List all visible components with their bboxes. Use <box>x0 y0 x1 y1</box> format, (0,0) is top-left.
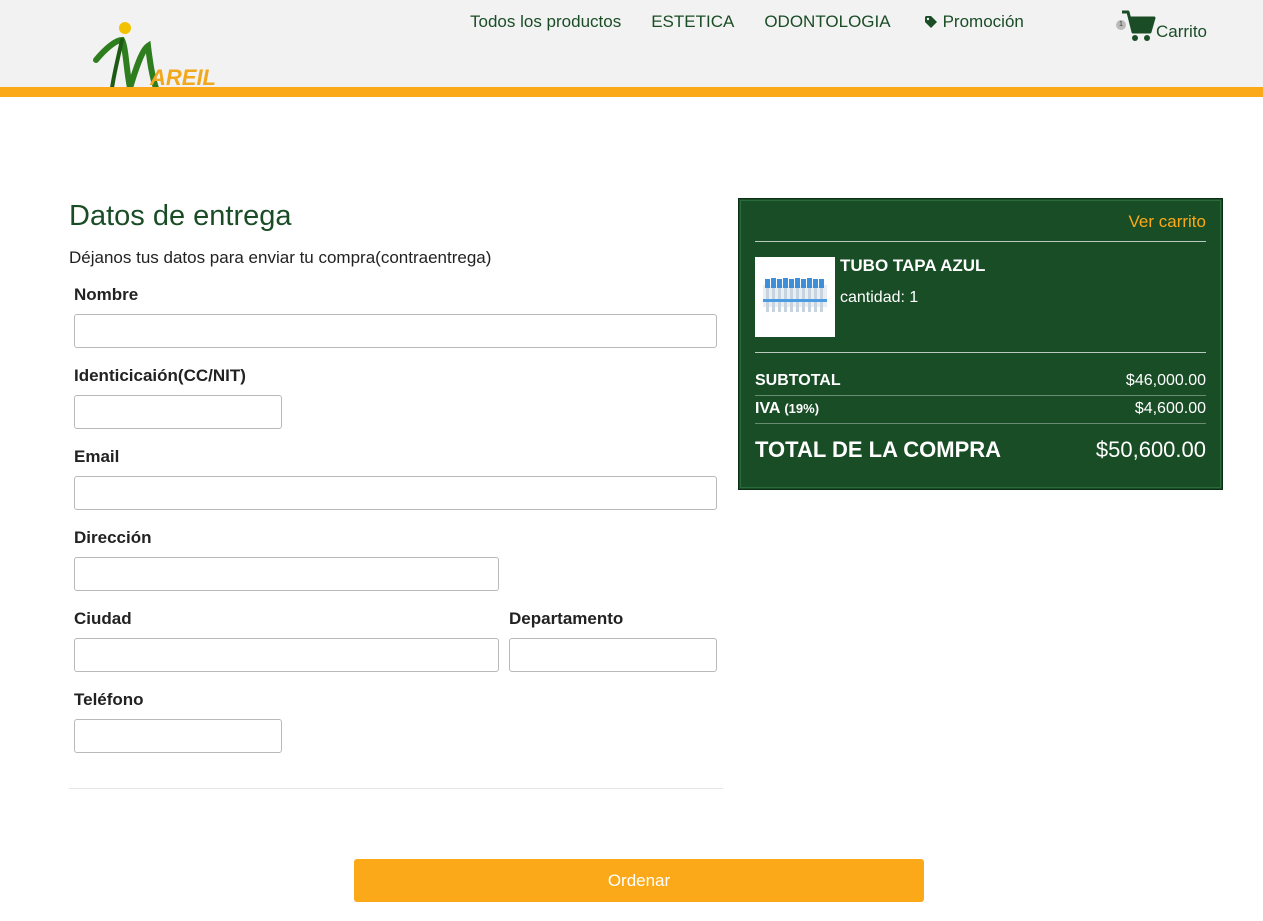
order-button[interactable]: Ordenar <box>354 859 924 902</box>
order-summary-panel: Ver carrito TUBO TAPA AZUL cantidad: 1 S… <box>738 198 1223 490</box>
iva-label-group: IVA (19%) <box>755 400 819 418</box>
nav-promocion[interactable]: Promoción <box>924 12 1024 32</box>
cart-label: Carrito <box>1156 22 1208 41</box>
nav-label: Todos los productos <box>470 12 622 31</box>
departamento-label: Departamento <box>509 609 624 628</box>
tag-icon <box>924 16 937 28</box>
ciudad-field[interactable] <box>74 638 499 672</box>
nombre-field[interactable] <box>74 314 717 348</box>
main-nav: Todos los productos ESTETICA ODONTOLOGIA… <box>470 12 1054 32</box>
summary-row-divider <box>755 395 1206 396</box>
subtotal-label: SUBTOTAL <box>755 372 841 389</box>
page-subtitle: Déjanos tus datos para enviar tu compra(… <box>69 248 492 267</box>
form-divider <box>69 788 723 789</box>
telefono-field[interactable] <box>74 719 282 753</box>
nav-label: ESTETICA <box>651 12 735 31</box>
identificacion-field[interactable] <box>74 395 282 429</box>
shopping-cart-icon: 1 <box>1116 10 1156 44</box>
nav-label: ODONTOLOGIA <box>764 12 891 31</box>
telefono-label: Teléfono <box>74 690 144 709</box>
iva-value: $4,600.00 <box>1134 400 1206 417</box>
product-quantity: cantidad: 1 <box>840 289 919 306</box>
iva-row: IVA (19%) $4,600.00 <box>755 400 1206 418</box>
subtotal-value: $46,000.00 <box>1125 372 1206 389</box>
nav-estetica[interactable]: ESTETICA <box>651 12 734 32</box>
product-name: TUBO TAPA AZUL <box>840 256 986 275</box>
cart-link[interactable]: 1 Carrito <box>1116 10 1207 44</box>
summary-divider <box>755 352 1206 353</box>
total-row: TOTAL DE LA COMPRA $50,600.00 <box>755 437 1206 463</box>
nav-odontologia[interactable]: ODONTOLOGIA <box>764 12 890 32</box>
identificacion-label: Identicicaión(CC/NIT) <box>74 366 246 385</box>
nombre-label: Nombre <box>74 285 139 304</box>
iva-label: IVA <box>755 400 780 417</box>
departamento-field[interactable] <box>509 638 717 672</box>
direccion-label: Dirección <box>74 528 152 547</box>
view-cart-link[interactable]: Ver carrito <box>1129 212 1206 232</box>
email-label: Email <box>74 447 120 466</box>
site-header: AREIL Todos los productos ESTETICA ODONT… <box>0 0 1263 97</box>
nav-todos-los-productos[interactable]: Todos los productos <box>470 12 621 32</box>
total-value: $50,600.00 <box>1095 437 1206 462</box>
blood-tubes-image-icon <box>755 257 835 337</box>
summary-row-divider <box>755 423 1206 424</box>
direccion-field[interactable] <box>74 557 499 591</box>
email-field[interactable] <box>74 476 717 510</box>
total-label: TOTAL DE LA COMPRA <box>755 437 1002 462</box>
header-accent-bar <box>0 87 1263 97</box>
subtotal-row: SUBTOTAL $46,000.00 <box>755 372 1206 390</box>
page-title: Datos de entrega <box>69 200 292 232</box>
summary-divider <box>755 241 1206 242</box>
product-thumbnail <box>755 257 835 337</box>
nav-label: Promoción <box>942 12 1024 31</box>
iva-rate: (19%) <box>784 401 820 416</box>
cart-count-badge: 1 <box>1116 20 1126 30</box>
ciudad-label: Ciudad <box>74 609 132 628</box>
